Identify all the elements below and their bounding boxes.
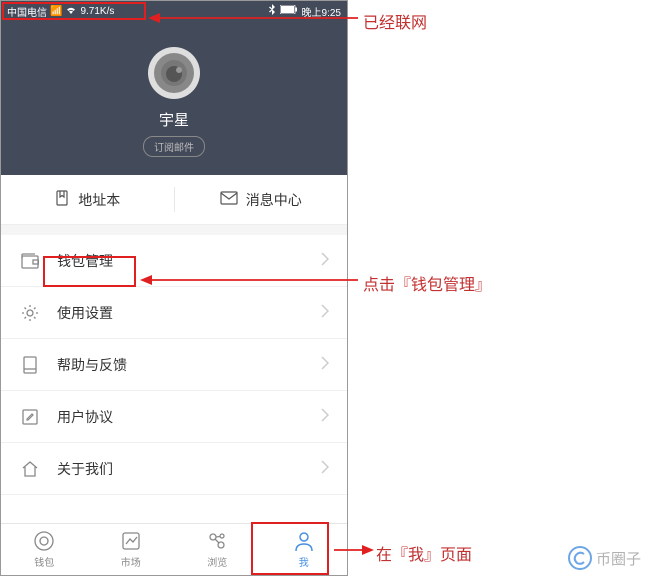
username-label: 宇星: [159, 109, 189, 130]
bookmark-icon: [54, 190, 70, 209]
chevron-right-icon: [321, 460, 329, 477]
nav-label: 浏览: [207, 554, 227, 569]
home-icon: [19, 460, 41, 478]
about-us-item[interactable]: 关于我们: [1, 443, 347, 495]
wifi-icon: [65, 5, 77, 18]
edit-icon: [19, 408, 41, 426]
menu-label: 关于我们: [57, 459, 321, 479]
device-icon: [19, 356, 41, 374]
signal-icon: 📶: [50, 6, 62, 17]
menu-label: 帮助与反馈: [57, 355, 321, 375]
wallet-nav-icon: [33, 530, 55, 552]
wallet-icon: [19, 253, 41, 269]
browse-nav-icon: [206, 530, 228, 552]
watermark-text: 币圈子: [596, 548, 641, 569]
chevron-right-icon: [321, 356, 329, 373]
status-time: 晚上9:25: [302, 4, 341, 19]
annotation-text-wallet: 点击『钱包管理』: [363, 271, 491, 295]
menu-label: 用户协议: [57, 407, 321, 427]
battery-icon: [280, 5, 298, 17]
network-speed: 9.71K/s: [80, 6, 114, 17]
nav-label: 钱包: [34, 554, 54, 569]
section-gap: [1, 225, 347, 235]
menu-label: 使用设置: [57, 303, 321, 323]
annotation-text-connected: 已经联网: [363, 9, 427, 33]
nav-label: 市场: [121, 554, 141, 569]
chevron-right-icon: [321, 252, 329, 269]
watermark-icon: [568, 546, 592, 570]
chevron-right-icon: [321, 304, 329, 321]
nav-market[interactable]: 市场: [88, 524, 175, 575]
mail-icon: [220, 191, 238, 208]
help-feedback-item[interactable]: 帮助与反馈: [1, 339, 347, 391]
nav-label: 我: [299, 554, 309, 569]
chevron-right-icon: [321, 408, 329, 425]
bottom-nav: 钱包 市场 浏览 我: [1, 523, 347, 575]
watermark: 币圈子: [568, 546, 641, 570]
annotation-text-me: 在『我』页面: [376, 541, 472, 565]
avatar[interactable]: [148, 47, 200, 99]
address-book-label: 地址本: [78, 190, 120, 210]
nav-browse[interactable]: 浏览: [174, 524, 261, 575]
settings-item[interactable]: 使用设置: [1, 287, 347, 339]
profile-header: 宇星 订阅邮件: [1, 21, 347, 175]
market-nav-icon: [120, 530, 142, 552]
message-center-label: 消息中心: [246, 190, 302, 210]
subscribe-button[interactable]: 订阅邮件: [143, 136, 205, 157]
nav-me[interactable]: 我: [261, 524, 348, 575]
user-agreement-item[interactable]: 用户协议: [1, 391, 347, 443]
bluetooth-icon: [269, 4, 276, 18]
message-center-button[interactable]: 消息中心: [175, 175, 348, 224]
person-nav-icon: [293, 530, 315, 552]
gear-icon: [19, 304, 41, 322]
nav-wallet[interactable]: 钱包: [1, 524, 88, 575]
address-book-button[interactable]: 地址本: [1, 175, 174, 224]
carrier-label: 中国电信: [7, 4, 47, 19]
wallet-management-item[interactable]: 钱包管理: [1, 235, 347, 287]
status-bar: 中国电信 📶 9.71K/s 晚上9:25: [1, 1, 347, 21]
menu-label: 钱包管理: [57, 251, 321, 271]
